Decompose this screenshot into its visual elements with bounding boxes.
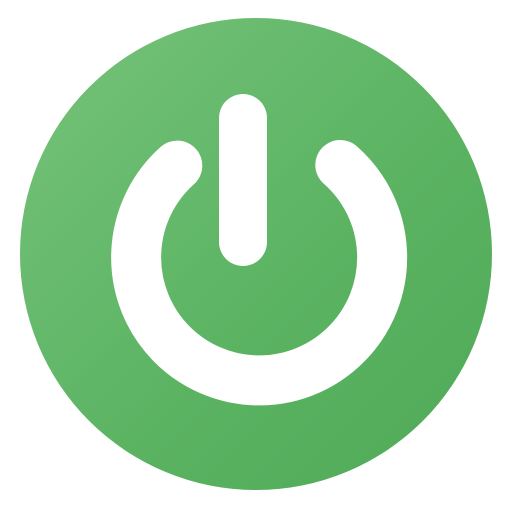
power-button[interactable]: [20, 18, 492, 490]
app-icon-canvas: [0, 0, 512, 512]
power-icon: [20, 18, 492, 490]
